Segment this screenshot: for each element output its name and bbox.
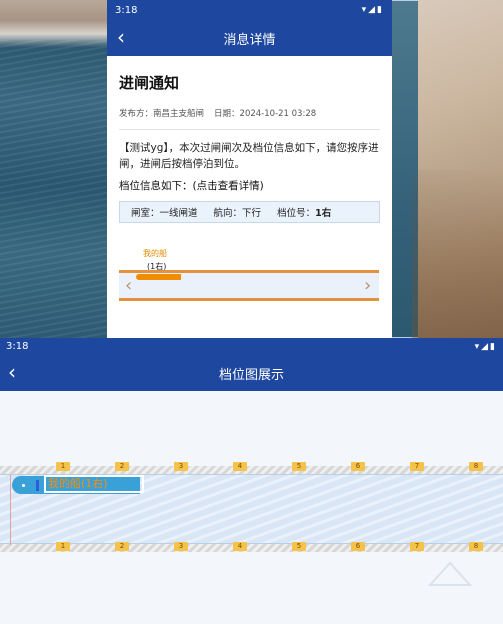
status-icons: ▾◢▮	[361, 5, 384, 15]
mini-ship-icon	[136, 274, 181, 280]
mini-gate-right-icon: ›	[364, 275, 372, 296]
berth-mark-top: 8	[469, 462, 483, 471]
berth-mark-top: 4	[233, 462, 247, 471]
status-time: 3:18	[115, 4, 138, 16]
background-sea	[0, 0, 107, 338]
berth-mark-bottom: 1	[56, 542, 70, 551]
status-icons-bottom: ▾◢▮	[474, 341, 497, 352]
message-content: 进闸通知 发布方：南昌主支船闸 日期：2024-10-21 03:28 【测试y…	[107, 56, 392, 223]
back-arrow-icon[interactable]: ‹	[117, 26, 125, 48]
date-label: 日期：	[214, 109, 240, 119]
berth-heading: 档位信息如下：(点击查看详情)	[119, 180, 264, 192]
mini-berth-map[interactable]: 我的船 (1右) ‹ ›	[119, 246, 379, 306]
date-value: 2024-10-21 03:28	[239, 109, 317, 119]
app-header: ‹ 消息详情	[107, 20, 392, 56]
publisher: 发布方：南昌主支船闸	[119, 107, 204, 119]
direction-value: 下行	[242, 208, 262, 219]
ship-dot	[22, 484, 25, 487]
ship-bridge	[36, 480, 39, 491]
date: 日期：2024-10-21 03:28	[214, 107, 316, 119]
slot-label: 档位号：	[277, 208, 316, 219]
berth-mark-bottom: 6	[351, 542, 365, 551]
page-title: 消息详情	[223, 32, 276, 48]
divider	[119, 129, 380, 130]
watermark-icon	[427, 561, 473, 586]
background-dunes	[392, 0, 503, 338]
slot-info: 档位号：1右	[277, 205, 331, 219]
chamber-wall-bottom	[0, 544, 503, 552]
berth-mark-bottom: 7	[410, 542, 424, 551]
berth-mark-top: 7	[410, 462, 424, 471]
status-time-bottom: 3:18	[6, 341, 29, 352]
direction-label: 航向：	[213, 208, 243, 219]
mini-wall-top	[119, 270, 379, 273]
message-detail-screen: 3:18 ▾◢▮ ‹ 消息详情 进闸通知 发布方：南昌主支船闸 日期：2024-…	[107, 0, 392, 338]
status-bar: 3:18 ▾◢▮	[107, 0, 392, 20]
mini-wall-bottom	[119, 298, 379, 301]
chamber-value: 一线闸道	[159, 208, 198, 219]
chamber-label: 闸室：	[131, 208, 160, 219]
app-header-bottom: ‹ 档位图展示	[0, 355, 503, 391]
berth-mark-bottom: 8	[469, 542, 483, 551]
message-title: 进闸通知	[119, 74, 180, 92]
slot-value: 1右	[315, 208, 332, 219]
status-bar-bottom: 3:18 ▾◢▮	[0, 338, 503, 355]
chamber-wall-top	[0, 466, 503, 474]
berth-mark-bottom: 2	[115, 542, 129, 551]
my-ship-label[interactable]: 我的船(1右)	[44, 475, 144, 493]
berth-info-card[interactable]: 闸室：一线闸道 航向：下行 档位号：1右	[119, 201, 380, 223]
publisher-value: 南昌主支船闸	[153, 109, 205, 119]
berth-mark-top: 6	[351, 462, 365, 471]
publisher-label: 发布方：	[119, 109, 154, 119]
direction-info: 航向：下行	[214, 205, 262, 219]
berth-mark-bottom: 3	[174, 542, 188, 551]
berth-mark-top: 2	[115, 462, 129, 471]
lock-chamber-map: 1 2 3 4 5 6 7 8 我的船(1右) 1 2 3 4 5 6 7 8	[0, 462, 503, 552]
berth-mark-top: 3	[174, 462, 188, 471]
chamber-info: 闸室：一线闸道	[131, 205, 198, 219]
page-title-bottom: 档位图展示	[218, 367, 284, 383]
mini-gate-left-icon: ‹	[125, 275, 133, 296]
berth-mark-bottom: 5	[292, 542, 306, 551]
message-meta: 发布方：南昌主支船闸 日期：2024-10-21 03:28	[119, 107, 380, 119]
background-dune-shade	[412, 170, 503, 338]
mini-ship-name: 我的船	[143, 249, 167, 258]
chamber-start-line	[10, 475, 11, 545]
back-arrow-icon[interactable]: ‹	[8, 361, 16, 383]
berth-mark-top: 5	[292, 462, 306, 471]
berth-mark-bottom: 4	[233, 542, 247, 551]
message-body: 【测试yg】，本次过闸闸次及档位信息如下，请您按序进闸，进闸后按档停泊到位。	[119, 142, 379, 170]
background-photo: 3:18 ▾◢▮ ‹ 消息详情 进闸通知 发布方：南昌主支船闸 日期：2024-…	[0, 0, 503, 338]
berth-mark-top: 1	[56, 462, 70, 471]
